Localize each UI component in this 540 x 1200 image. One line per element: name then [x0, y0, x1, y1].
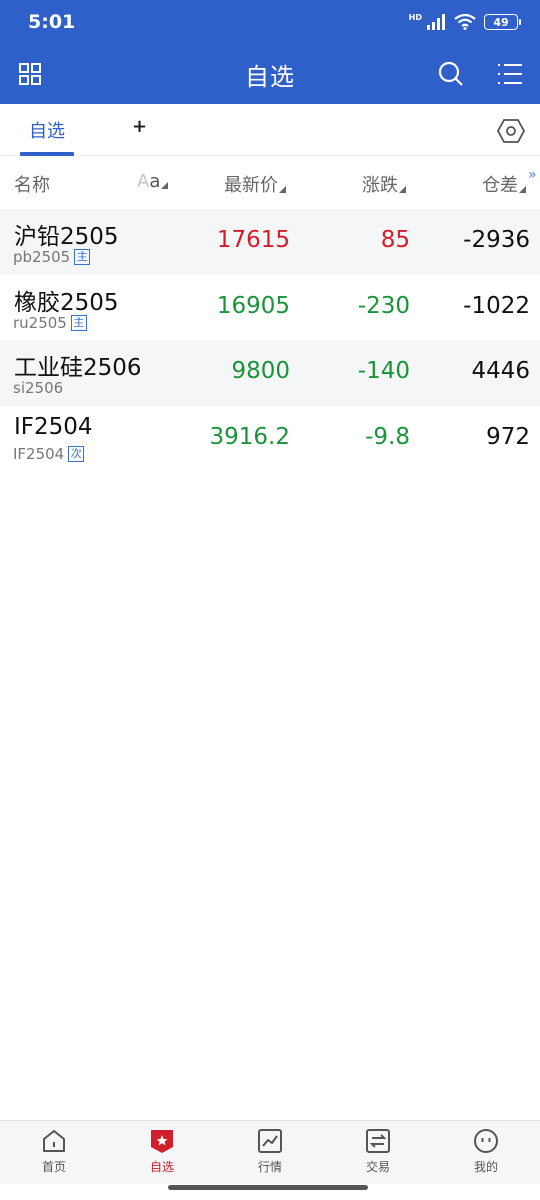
grid-menu-button[interactable]	[16, 60, 44, 88]
page-title: 自选	[245, 62, 295, 91]
table-row[interactable]: 沪铅2505 pb2505 主 17615 85 -2936	[0, 209, 540, 275]
col-change-sort[interactable]: 涨跌	[362, 171, 406, 197]
sort-triangle-icon	[161, 182, 169, 189]
market-chart-icon	[258, 1129, 282, 1153]
open-interest-change: 972	[486, 423, 530, 450]
last-price: 9800	[231, 358, 290, 384]
contract-code: pb2505 主	[13, 248, 91, 266]
col-oi-sort[interactable]: 仓差	[482, 171, 526, 197]
open-interest-change: 4446	[471, 358, 530, 384]
watchlist-star-icon	[151, 1130, 173, 1153]
list-menu-button[interactable]	[496, 60, 524, 88]
sort-triangle-icon	[279, 186, 286, 193]
col-oi-label: 仓差	[482, 175, 518, 196]
home-icon	[43, 1130, 65, 1152]
contract-code-text: si2506	[13, 379, 64, 397]
table-row[interactable]: IF2504 IF2504 次 3916.2 -9.8 972	[0, 406, 540, 472]
main-contract-badge: 主	[74, 249, 91, 265]
top-header: 自选	[0, 44, 540, 104]
contract-code-text: IF2504	[13, 444, 65, 463]
home-indicator	[168, 1185, 368, 1190]
bottom-nav: 首页 自选 行情 交易 我的	[0, 1120, 540, 1184]
last-price: 17615	[216, 227, 290, 253]
status-time: 5:01	[28, 11, 76, 33]
profile-face-icon	[474, 1129, 498, 1153]
contract-name: IF2504	[14, 413, 93, 440]
table-row[interactable]: 工业硅2506 si2506 9800 -140 4446	[0, 340, 540, 406]
tab-active-indicator	[20, 152, 74, 156]
nav-mine[interactable]: 我的	[456, 1127, 516, 1179]
sort-triangle-icon	[399, 186, 406, 193]
open-interest-change: -2936	[463, 227, 530, 253]
column-header: 名称 Aa 最新价 涨跌 仓差 »	[0, 157, 540, 209]
open-interest-change: -1022	[463, 292, 530, 319]
list-icon	[498, 64, 522, 84]
table-row[interactable]: 橡胶2505 ru2505 主 16905 -230 -1022	[0, 275, 540, 341]
col-price-label: 最新价	[224, 175, 278, 196]
settings-button[interactable]	[496, 116, 526, 146]
search-icon	[438, 61, 463, 86]
last-price: 16905	[216, 292, 290, 319]
status-icons: HD 49	[408, 12, 521, 30]
nav-watchlist-label: 自选	[149, 1160, 174, 1174]
nav-trade-label: 交易	[365, 1160, 390, 1174]
contract-code: IF2504 次	[13, 444, 85, 463]
price-change: 85	[380, 227, 410, 253]
trade-exchange-icon	[366, 1129, 390, 1153]
font-size-toggle[interactable]: Aa	[137, 171, 169, 192]
watchlist-table: 沪铅2505 pb2505 主 17615 85 -2936 橡胶2505 ru2…	[0, 209, 540, 471]
contract-code: si2506	[13, 379, 63, 397]
sort-triangle-icon	[519, 186, 526, 193]
price-change: -9.8	[365, 423, 410, 450]
more-columns-icon[interactable]: »	[528, 167, 537, 183]
price-change: -140	[357, 358, 410, 384]
search-button[interactable]	[437, 60, 465, 88]
nav-trade[interactable]: 交易	[348, 1127, 408, 1179]
contract-code-text: pb2505	[13, 248, 71, 266]
watchlist-tabbar: 自选 +	[0, 104, 540, 156]
nav-watchlist[interactable]: 自选	[132, 1127, 192, 1179]
add-group-button[interactable]: +	[132, 116, 147, 137]
battery-icon: 49	[484, 14, 521, 30]
contract-code-text: ru2505	[13, 313, 67, 332]
contract-code: ru2505 主	[13, 314, 87, 332]
nav-mine-label: 我的	[473, 1160, 498, 1174]
nav-market-label: 行情	[257, 1160, 282, 1174]
main-contract-badge: 主	[70, 314, 87, 331]
status-bar: 5:01 HD 49	[0, 0, 540, 44]
wifi-icon	[454, 14, 476, 30]
contract-name: 沪铅2505	[14, 224, 119, 250]
price-change: -230	[357, 292, 410, 319]
nav-home-label: 首页	[41, 1160, 66, 1174]
hd-indicator: HD	[408, 12, 422, 22]
signal-icon	[427, 14, 445, 30]
font-size-large-glyph: A	[137, 171, 150, 192]
col-change-label: 涨跌	[362, 175, 398, 196]
font-size-small-glyph: a	[149, 171, 161, 192]
grid-icon	[19, 63, 41, 85]
secondary-contract-badge: 次	[68, 445, 85, 462]
col-name: 名称	[14, 175, 50, 196]
nav-home[interactable]: 首页	[24, 1127, 84, 1179]
col-price-sort[interactable]: 最新价	[224, 171, 286, 197]
last-price: 3916.2	[209, 423, 290, 450]
nav-market[interactable]: 行情	[240, 1127, 300, 1179]
contract-name: 工业硅2506	[14, 355, 142, 381]
settings-hex-icon	[496, 119, 526, 143]
battery-level: 49	[493, 15, 509, 29]
tab-watchlist[interactable]: 自选	[20, 104, 74, 156]
contract-name: 橡胶2505	[14, 289, 119, 316]
